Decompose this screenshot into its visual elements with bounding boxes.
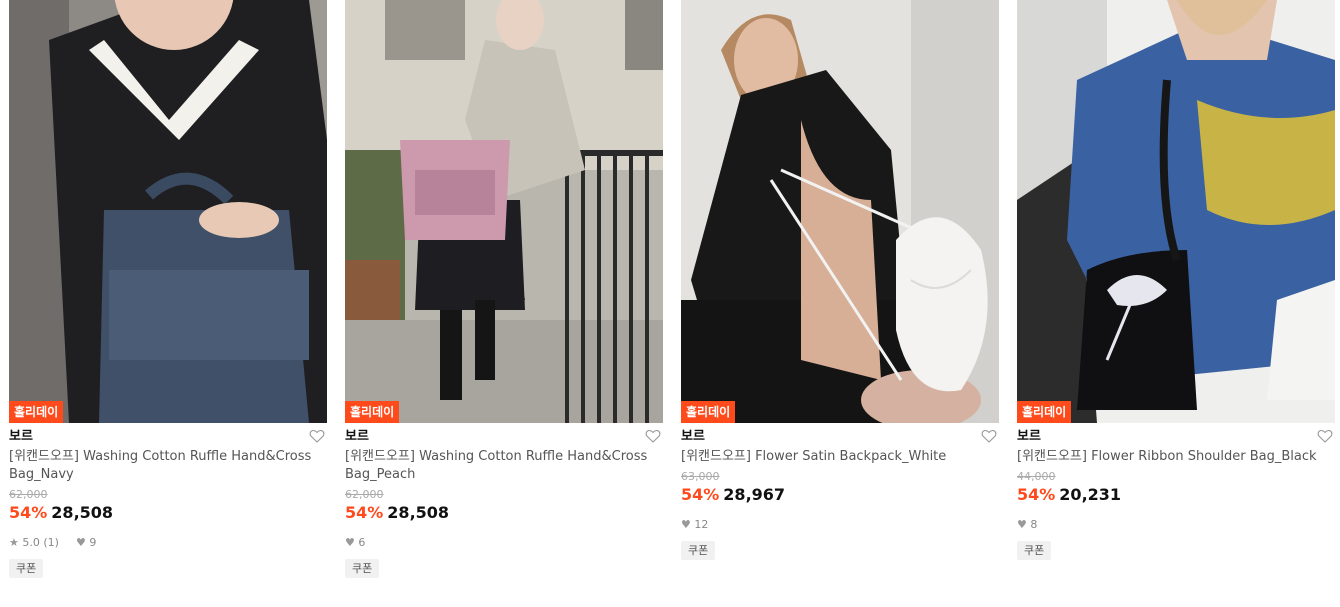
product-name[interactable]: [위캔드오프] Washing Cotton Ruffle Hand&Cross…	[345, 448, 663, 484]
brand-name[interactable]: 보르	[1017, 429, 1041, 444]
brand-name[interactable]: 보르	[681, 429, 705, 444]
review-meta: ★ 5.0 (1) ♥ 9	[9, 535, 327, 551]
brand-row: 보르	[345, 425, 663, 447]
promo-badge: 홀리데이	[345, 401, 400, 423]
heart-filled-icon: ♥	[681, 518, 691, 531]
heart-filled-icon: ♥	[1017, 518, 1027, 531]
wishlist-heart-icon[interactable]	[1317, 428, 1333, 444]
promo-badge: 홀리데이	[9, 401, 64, 423]
product-image[interactable]: 홀리데이	[9, 0, 327, 423]
sale-price: 20,231	[1059, 485, 1122, 504]
like-count: 12	[694, 518, 709, 531]
product-name[interactable]: [위캔드오프] Flower Ribbon Shoulder Bag_Black	[1017, 448, 1335, 466]
brand-row: 보르	[1017, 425, 1335, 447]
promo-badge: 홀리데이	[681, 401, 736, 423]
product-photo-navy-bag	[9, 0, 327, 423]
review-meta: ♥ 12	[681, 517, 999, 533]
product-grid: 홀리데이 보르 [위캔드오프] Washing Cotton Ruffle Ha…	[0, 0, 1340, 607]
product-image[interactable]: 홀리데이	[345, 0, 663, 423]
original-price: 62,000	[9, 488, 48, 501]
coupon-tag: 쿠폰	[9, 559, 44, 578]
product-image[interactable]: 홀리데이	[1017, 0, 1335, 423]
wishlist-heart-icon[interactable]	[981, 428, 997, 444]
wishlist-heart-icon[interactable]	[645, 428, 661, 444]
price-row: 54% 28,508	[345, 502, 663, 524]
review-meta: ♥ 8	[1017, 517, 1335, 533]
sale-price: 28,967	[723, 485, 786, 504]
price-row: 54% 28,508	[9, 502, 327, 524]
coupon-tag: 쿠폰	[1017, 541, 1052, 560]
sale-price: 28,508	[387, 503, 450, 522]
product-card[interactable]: 홀리데이 보르 [위캔드오프] Washing Cotton Ruffle Ha…	[9, 0, 327, 607]
like-count: 9	[89, 536, 97, 549]
brand-name[interactable]: 보르	[345, 429, 369, 444]
discount-rate: 54%	[9, 503, 48, 522]
product-card[interactable]: 홀리데이 보르 [위캔드오프] Washing Cotton Ruffle Ha…	[345, 0, 663, 607]
discount-rate: 54%	[681, 485, 720, 504]
product-photo-peach-bag	[345, 0, 663, 423]
product-name[interactable]: [위캔드오프] Washing Cotton Ruffle Hand&Cross…	[9, 448, 327, 484]
like-count: 8	[1030, 518, 1038, 531]
product-card[interactable]: 홀리데이 보르 [위캔드오프] Flower Satin Backpack_Wh…	[681, 0, 999, 607]
heart-filled-icon: ♥	[345, 536, 355, 549]
brand-name[interactable]: 보르	[9, 429, 33, 444]
product-card[interactable]: 홀리데이 보르 [위캔드오프] Flower Ribbon Shoulder B…	[1017, 0, 1335, 607]
product-name[interactable]: [위캔드오프] Flower Satin Backpack_White	[681, 448, 999, 466]
product-photo-black-bag	[1017, 0, 1335, 423]
original-price: 44,000	[1017, 470, 1056, 483]
sale-price: 28,508	[51, 503, 114, 522]
heart-filled-icon: ♥	[75, 536, 86, 549]
like-count: 6	[358, 536, 366, 549]
original-price: 63,000	[681, 470, 720, 483]
product-photo-white-backpack	[681, 0, 999, 423]
star-icon: ★	[9, 536, 19, 549]
brand-row: 보르	[9, 425, 327, 447]
discount-rate: 54%	[1017, 485, 1056, 504]
original-price: 62,000	[345, 488, 384, 501]
coupon-tag: 쿠폰	[345, 559, 380, 578]
review-meta: ♥ 6	[345, 535, 663, 551]
brand-row: 보르	[681, 425, 999, 447]
wishlist-heart-icon[interactable]	[309, 428, 325, 444]
rating-text: 5.0 (1)	[22, 536, 59, 549]
price-row: 54% 20,231	[1017, 484, 1335, 506]
price-row: 54% 28,967	[681, 484, 999, 506]
promo-badge: 홀리데이	[1017, 401, 1072, 423]
product-image[interactable]: 홀리데이	[681, 0, 999, 423]
coupon-tag: 쿠폰	[681, 541, 716, 560]
discount-rate: 54%	[345, 503, 384, 522]
